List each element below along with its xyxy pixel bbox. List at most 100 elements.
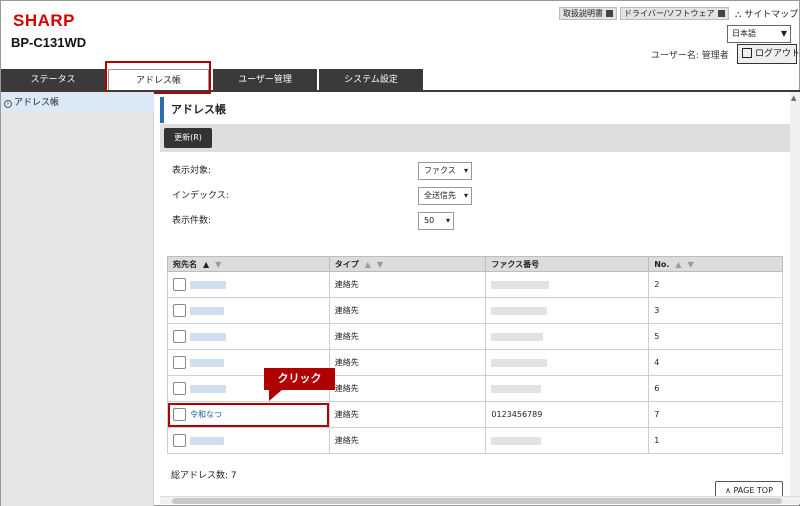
refresh-button[interactable]: 更新(R): [164, 128, 212, 148]
table-row: 連絡先 3: [167, 297, 783, 324]
tab-user-management[interactable]: ユーザー管理: [213, 69, 317, 91]
sidebar: [1, 92, 154, 506]
fax-cell: [485, 427, 650, 454]
table-row: 連絡先 1: [167, 427, 783, 454]
redacted-name-link[interactable]: [190, 358, 224, 367]
redacted-name-link[interactable]: [190, 306, 224, 315]
redacted-fax: [491, 358, 548, 367]
tab-system-settings[interactable]: システム設定: [319, 69, 423, 91]
horizontal-scrollbar[interactable]: [160, 496, 800, 504]
driver-link-label: ドライバー/ソフトウェア: [624, 9, 715, 18]
name-cell: [167, 323, 330, 350]
type-cell: 連絡先: [328, 271, 487, 298]
table-row: 連絡先 4: [167, 349, 783, 376]
column-header-name[interactable]: 宛先名 ▲ ▼: [167, 256, 330, 272]
no-cell: 7: [648, 401, 783, 428]
chevron-up-icon: ∧: [725, 486, 731, 495]
scroll-up-icon[interactable]: ▲: [791, 94, 796, 102]
fax-cell: [485, 271, 650, 298]
sort-desc-icon[interactable]: ▼: [688, 260, 694, 269]
row-checkbox[interactable]: [173, 434, 186, 447]
manual-link-label: 取扱説明書: [563, 9, 603, 18]
external-link-icon: [606, 10, 613, 17]
tab-status[interactable]: ステータス: [1, 69, 105, 91]
target-label: 表示対象:: [172, 166, 212, 176]
name-cell: [167, 271, 330, 298]
fax-cell: [485, 323, 650, 350]
row-checkbox[interactable]: [173, 278, 186, 291]
redacted-name-link[interactable]: [190, 280, 226, 289]
name-cell: [167, 297, 330, 324]
sharp-logo: SHARP: [13, 11, 76, 30]
title-accent-bar: [160, 97, 164, 123]
row-highlight-box: [168, 403, 329, 427]
redacted-name-link[interactable]: [190, 436, 224, 445]
redacted-fax: [491, 306, 548, 315]
language-select[interactable]: 日本語 ▼: [727, 25, 791, 43]
callout-pointer: [269, 389, 283, 401]
no-cell: 6: [648, 375, 783, 402]
chevron-down-icon: ▾: [463, 191, 468, 200]
no-cell: 1: [648, 427, 783, 454]
username-text: ユーザー名: 管理者: [651, 51, 729, 61]
sitemap-label: サイトマップ: [744, 10, 799, 20]
row-checkbox[interactable]: [173, 356, 186, 369]
sort-asc-icon[interactable]: ▲: [203, 260, 209, 269]
toolbar: [160, 124, 790, 152]
sidebar-item-address-book[interactable]: › アドレス帳: [1, 94, 154, 112]
fax-cell: 0123456789: [485, 401, 650, 428]
table-header-row: 宛先名 ▲ ▼ タイプ ▲ ▼ ファクス番号 No. ▲ ▼: [167, 256, 783, 272]
chevron-down-icon: ▾: [445, 216, 450, 225]
logout-icon: [742, 48, 752, 58]
logout-button[interactable]: ログアウト: [737, 44, 800, 64]
model-name: BP-C131WD: [11, 35, 87, 50]
target-value: ファクス: [424, 166, 456, 175]
index-select[interactable]: 全送信先 ▾: [418, 187, 472, 205]
sort-asc-icon[interactable]: ▲: [675, 260, 681, 269]
scrollbar-thumb[interactable]: [172, 498, 782, 504]
type-cell: 連絡先: [328, 375, 487, 402]
no-cell: 2: [648, 271, 783, 298]
redacted-fax: [491, 332, 544, 341]
fax-cell: [485, 375, 650, 402]
sitemap-link[interactable]: ⛬ サイトマップ: [735, 7, 798, 20]
column-header-type[interactable]: タイプ ▲ ▼: [328, 256, 487, 272]
column-header-label: 宛先名: [173, 259, 197, 269]
manual-link[interactable]: 取扱説明書: [559, 7, 617, 20]
table-row: 連絡先 6: [167, 375, 783, 402]
redacted-name-link[interactable]: [190, 332, 226, 341]
sort-desc-icon[interactable]: ▼: [215, 260, 221, 269]
table-row: 連絡先 5: [167, 323, 783, 350]
index-value: 全送信先: [424, 191, 456, 200]
vertical-scrollbar[interactable]: ▲: [790, 92, 800, 496]
count-value: 50: [424, 216, 435, 225]
total-count: 総アドレス数: 7: [171, 471, 237, 481]
row-checkbox[interactable]: [173, 330, 186, 343]
type-cell: 連絡先: [328, 427, 487, 454]
redacted-name-link[interactable]: [190, 384, 226, 393]
type-cell: 連絡先: [328, 297, 487, 324]
no-cell: 5: [648, 323, 783, 350]
chevron-down-icon: ▼: [780, 29, 787, 38]
column-header-no[interactable]: No. ▲ ▼: [648, 256, 783, 272]
sidebar-item-label: アドレス帳: [14, 98, 60, 108]
type-cell: 連絡先: [328, 323, 487, 350]
page-title: アドレス帳: [171, 103, 226, 116]
redacted-fax: [491, 280, 550, 289]
no-cell: 4: [648, 349, 783, 376]
row-checkbox[interactable]: [173, 382, 186, 395]
target-select[interactable]: ファクス ▾: [418, 162, 472, 180]
row-checkbox[interactable]: [173, 304, 186, 317]
column-header-fax: ファクス番号: [485, 256, 650, 272]
sort-asc-icon[interactable]: ▲: [365, 260, 371, 269]
chevron-right-icon: ›: [4, 100, 12, 108]
driver-software-link[interactable]: ドライバー/ソフトウェア: [620, 7, 729, 20]
tab-highlight-box: [105, 61, 211, 94]
external-link-icon: [717, 10, 725, 17]
sort-desc-icon[interactable]: ▼: [377, 260, 383, 269]
chevron-down-icon: ▾: [463, 166, 468, 175]
column-header-label: No.: [654, 259, 670, 269]
count-select[interactable]: 50 ▾: [418, 212, 454, 230]
index-label: インデックス:: [172, 191, 229, 201]
name-cell: [167, 427, 330, 454]
